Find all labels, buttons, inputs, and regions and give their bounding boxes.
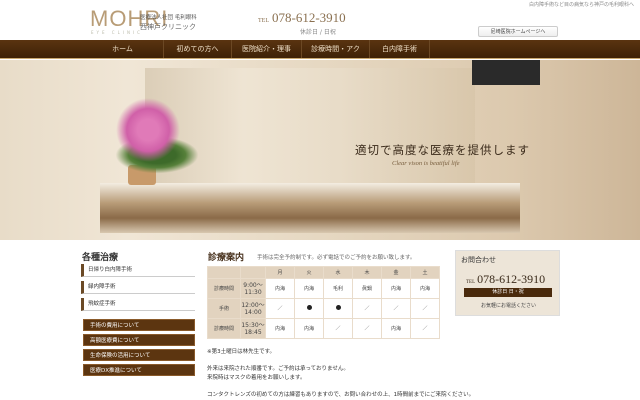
tel-number: 078-612-3910 xyxy=(477,272,546,286)
amagasaki-homepage-button[interactable]: 尼崎医院ホームページへ xyxy=(478,26,558,37)
cell: ／ xyxy=(265,298,295,319)
table-row: 診療時間 15:30〜18:45 内海 内海／／内海／ xyxy=(207,318,440,339)
header-tagline: 白内障手術など目の病気なら神戸の毛利眼科へ xyxy=(528,2,634,8)
sidebar-link-cataract[interactable]: 日帰り白内障手術 xyxy=(81,264,195,277)
nav-about[interactable]: 医院紹介・理事長挨拶 xyxy=(232,40,302,72)
day-header: 金 xyxy=(381,266,411,279)
cell: ／ xyxy=(410,298,440,319)
schedule-table: 月火水木金土 診療時間 9:00〜11:30 内海 内海 毛利 眞鍋 内海 内海 手術 12:… xyxy=(207,266,440,339)
cell: 眞鍋 xyxy=(352,278,382,299)
contact-phone[interactable]: TEL 078-612-3910 xyxy=(466,272,545,287)
day-header: 火 xyxy=(294,266,324,279)
schedule-note: 手術は完全予約制です。必ず電話でのご予約をお願い致します。 xyxy=(257,255,416,261)
sidebar-button-high-cost[interactable]: 高額医療費について xyxy=(83,334,195,346)
hero-subtitle: Clear vison is beatiful life xyxy=(392,160,460,167)
tel-number: 078-612-3910 xyxy=(272,10,346,25)
day-header: 木 xyxy=(352,266,382,279)
cell: ／ xyxy=(323,318,353,339)
note-saturday: ※第3土曜日は林先生です。 xyxy=(207,349,276,355)
contact-box: お問合わせ TEL 078-612-3910 休診日 日・祝 お気軽にお電話くださ… xyxy=(455,250,560,316)
cell: 毛利 xyxy=(323,278,353,299)
closed-days: 休診日 / 日祝 xyxy=(300,29,336,36)
cell: 内海 xyxy=(381,318,411,339)
cell: ／ xyxy=(381,298,411,319)
surgery-dot-icon xyxy=(306,305,312,310)
sidebar-link-floaters[interactable]: 飛蚊症手術 xyxy=(81,298,195,311)
clinic-name: 医療法人社団 毛利眼科 西神戸クリニック xyxy=(140,14,197,32)
clinic-branch: 西神戸クリニック xyxy=(140,23,196,31)
treatments-title: 各種治療 xyxy=(82,253,119,263)
hero-tv xyxy=(472,60,540,85)
table-row: 手術 12:00〜14:00 ／／／／ xyxy=(207,298,440,319)
logo-subtitle: EYE CLINIC xyxy=(91,30,143,35)
cell: 内海 xyxy=(294,318,324,339)
cell xyxy=(323,298,353,319)
row-time: 15:30〜18:45 xyxy=(240,318,266,339)
cell: ／ xyxy=(352,318,382,339)
row-label: 手術 xyxy=(207,298,241,319)
contact-closed-days: 休診日 日・祝 xyxy=(464,288,552,297)
cell: 内海 xyxy=(265,278,295,299)
sidebar-link-glaucoma[interactable]: 緑内障手術 xyxy=(81,281,195,294)
nav-first-visit[interactable]: 初めての方へ xyxy=(164,40,232,58)
day-header: 土 xyxy=(410,266,440,279)
clinic-corp: 医療法人社団 毛利眼科 xyxy=(140,15,197,21)
tel-label: TEL xyxy=(258,18,269,24)
note-contact-lens: コンタクトレンズの初めての方は練習もありますので、お問い合わせの上、1時間前まで… xyxy=(207,392,475,398)
nav-cataract[interactable]: 白内障手術 xyxy=(370,40,430,58)
table-header-row: 月火水木金土 xyxy=(207,266,440,279)
note-walk-in: 外来は来院された順番です。ご予約は承っておりません。 xyxy=(207,366,349,372)
row-time: 12:00〜14:00 xyxy=(240,298,266,319)
cell: 内海 xyxy=(381,278,411,299)
day-header: 水 xyxy=(323,266,353,279)
main-nav: ホーム 初めての方へ 医院紹介・理事長挨拶 診療時間・アクセス 白内障手術 xyxy=(0,40,640,72)
sidebar-button-insurance[interactable]: 生命保険の活用について xyxy=(83,349,195,361)
row-label: 診療時間 xyxy=(207,318,241,339)
cell: 内海 xyxy=(265,318,295,339)
header-phone: TEL 078-612-3910 xyxy=(258,10,346,26)
cell xyxy=(294,298,324,319)
contact-title: お問合わせ xyxy=(461,256,496,264)
day-header: 月 xyxy=(265,266,295,279)
note-mask: 来院時はマスクの着用をお願いします。 xyxy=(207,375,306,381)
hero-banner: 適切で高度な医療を提供します Clear vison is beatiful l… xyxy=(0,60,640,240)
nav-hours-access[interactable]: 診療時間・アクセス xyxy=(302,40,370,72)
sidebar-button-surgery-cost[interactable]: 手術の費用について xyxy=(83,319,195,331)
nav-home[interactable]: ホーム xyxy=(82,40,164,58)
cell: ／ xyxy=(352,298,382,319)
tel-label: TEL xyxy=(466,280,476,285)
table-row: 診療時間 9:00〜11:30 内海 内海 毛利 眞鍋 内海 内海 xyxy=(207,278,440,299)
row-label: 診療時間 xyxy=(207,278,241,299)
hero-title: 適切で高度な医療を提供します xyxy=(355,143,530,157)
hero-reception-counter xyxy=(100,183,520,233)
cell: 内海 xyxy=(410,278,440,299)
cell: ／ xyxy=(410,318,440,339)
row-time: 9:00〜11:30 xyxy=(240,278,266,299)
surgery-dot-icon xyxy=(335,305,341,310)
sidebar-button-medical-dx[interactable]: 医療DX推進について xyxy=(83,364,195,376)
hero-wall xyxy=(145,68,475,198)
contact-message: お気軽にお電話ください xyxy=(480,303,536,309)
schedule-title: 診療案内 xyxy=(208,253,245,263)
cell: 内海 xyxy=(294,278,324,299)
orchid-flowers xyxy=(108,95,188,165)
